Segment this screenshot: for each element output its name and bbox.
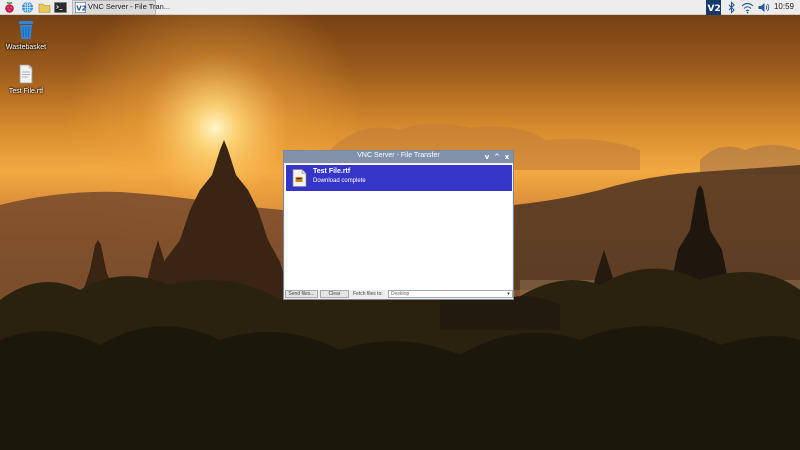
- transfer-filename: Test File.rtf: [313, 168, 351, 175]
- dialog-bottom-bar: Send files... Clear Fetch files to: Desk…: [284, 290, 513, 299]
- close-button[interactable]: x: [502, 151, 512, 163]
- taskbar-task-vnc-file-transfer[interactable]: V2 VNC Server - File Tran...: [72, 0, 170, 15]
- dialog-title: VNC Server - File Transfer: [357, 152, 440, 159]
- wastebasket-icon: [19, 21, 33, 39]
- svg-text:V2: V2: [76, 5, 86, 13]
- fetch-destination-dropdown[interactable]: Desktop ▾: [388, 290, 513, 298]
- volume-icon[interactable]: [757, 1, 770, 14]
- taskbar: V2 VNC Server - File Tran... V2 10:59: [0, 0, 800, 15]
- fetch-destination-value: Desktop: [391, 291, 410, 297]
- dialog-titlebar[interactable]: VNC Server - File Transfer v ^ x: [284, 151, 513, 163]
- transfer-status: Download complete: [313, 178, 366, 184]
- bluetooth-icon[interactable]: [725, 1, 738, 14]
- document-file-icon: [19, 64, 33, 84]
- vnc-tray-icon[interactable]: V2: [706, 0, 721, 15]
- fetch-files-label: Fetch files to:: [353, 291, 383, 297]
- desktop-icon-label: Test File.rtf: [8, 88, 44, 95]
- desktop-icon-wastebasket[interactable]: Wastebasket: [1, 20, 51, 51]
- raspberry-menu-icon[interactable]: [3, 1, 16, 14]
- vnc-task-icon: V2: [75, 2, 86, 13]
- file-transfer-dialog: VNC Server - File Transfer v ^ x Test Fi…: [283, 150, 514, 300]
- clear-button[interactable]: Clear: [320, 290, 349, 298]
- chevron-down-icon[interactable]: ▾: [505, 291, 512, 297]
- desktop-icon-test-file[interactable]: Test File.rtf: [1, 64, 51, 95]
- transfer-item[interactable]: Test File.rtf Download complete: [286, 165, 512, 191]
- web-browser-icon[interactable]: [21, 1, 34, 14]
- send-files-button[interactable]: Send files...: [285, 290, 318, 298]
- terminal-icon[interactable]: [54, 1, 67, 14]
- clock[interactable]: 10:59: [774, 2, 794, 11]
- minimize-button[interactable]: v: [482, 151, 492, 163]
- document-file-icon: [292, 169, 307, 187]
- taskbar-task-label: VNC Server - File Tran...: [88, 2, 171, 11]
- transfer-list[interactable]: Test File.rtf Download complete: [285, 164, 512, 290]
- desktop-icon-label: Wastebasket: [5, 44, 47, 51]
- maximize-button[interactable]: ^: [492, 151, 502, 163]
- svg-text:V2: V2: [708, 4, 721, 14]
- file-manager-icon[interactable]: [38, 1, 51, 14]
- wifi-icon[interactable]: [741, 1, 754, 14]
